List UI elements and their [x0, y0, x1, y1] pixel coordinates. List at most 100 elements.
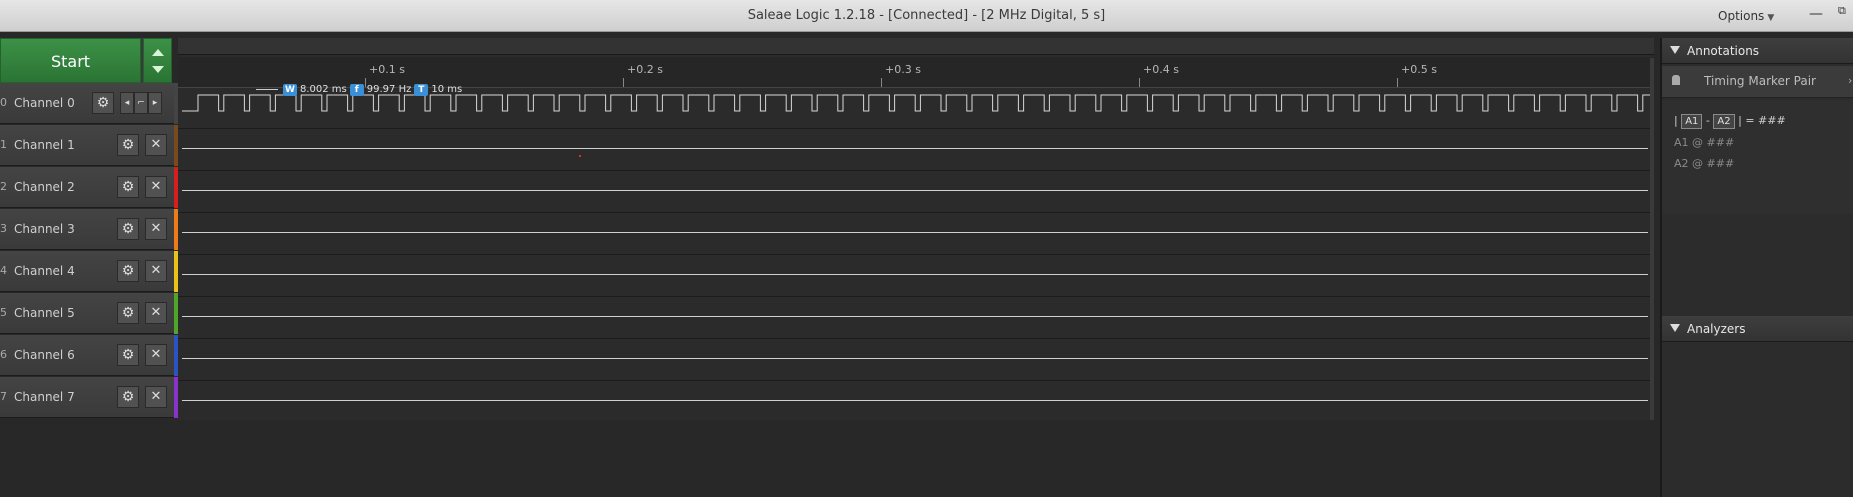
restore-icon[interactable]: ⧉ [1838, 4, 1852, 18]
channel-row[interactable]: 6 Channel 6 ⚙ ✕ [0, 335, 179, 376]
collapse-triangle-icon [1670, 46, 1680, 54]
channel-name[interactable]: Channel 6 [14, 348, 75, 362]
start-options-spinner[interactable] [143, 38, 172, 83]
time-tick-label: +0.4 s [1143, 63, 1179, 76]
a1-marker-chip[interactable]: A1 [1681, 114, 1703, 129]
channel-number: 6 [0, 348, 7, 361]
vertical-scrollbar[interactable] [1650, 58, 1654, 420]
channel-name[interactable]: Channel 4 [14, 264, 75, 278]
analyzers-title: Analyzers [1687, 322, 1746, 336]
gear-icon[interactable]: ⚙ [92, 92, 114, 114]
gear-icon[interactable]: ⚙ [117, 260, 139, 282]
channel-name[interactable]: Channel 3 [14, 222, 75, 236]
time-tick-label: +0.3 s [885, 63, 921, 76]
cursor-marker [579, 155, 581, 157]
minimize-button[interactable]: — [1806, 6, 1826, 24]
saleae-logic-window: Saleae Logic 1.2.18 - [Connected] - [2 M… [0, 0, 1853, 497]
channel-number: 1 [0, 138, 7, 151]
arrow-up-icon[interactable] [152, 49, 164, 56]
channel-row[interactable]: 1 Channel 1 ⚙ ✕ [0, 125, 179, 166]
channel-number: 5 [0, 306, 7, 319]
close-icon[interactable]: ✕ [145, 344, 167, 366]
width-marker-icon [256, 88, 278, 90]
chevron-down-icon: ▼ [1767, 13, 1775, 23]
horizontal-scrollbar[interactable] [178, 38, 1654, 55]
frequency-badge-icon: f [349, 84, 364, 96]
next-edge-icon[interactable]: ▸ [148, 92, 162, 114]
time-tick-label: +0.5 s [1401, 63, 1437, 76]
channel-row[interactable]: 3 Channel 3 ⚙ ✕ [0, 209, 179, 250]
annotations-title: Annotations [1687, 44, 1760, 58]
time-tick-label: +0.1 s [369, 63, 405, 76]
channel-name[interactable]: Channel 1 [14, 138, 75, 152]
channel-lane[interactable] [178, 382, 1654, 423]
gear-icon[interactable]: ⚙ [117, 386, 139, 408]
prev-edge-icon[interactable]: ◂ [120, 92, 134, 114]
side-panel: Annotations Timing Marker Pair › | A1 - … [1660, 38, 1853, 497]
channel-lane[interactable] [178, 256, 1654, 297]
waveform-view[interactable]: +0.1 s +0.2 s +0.3 s +0.4 s +0.5 s W 8.002 ms… [178, 38, 1654, 423]
gear-icon[interactable]: ⚙ [117, 176, 139, 198]
channel-lane[interactable] [178, 298, 1654, 339]
channel-lane[interactable] [178, 214, 1654, 255]
channel-number: 7 [0, 390, 7, 403]
channel-lane[interactable] [178, 340, 1654, 381]
channel-row[interactable]: 4 Channel 4 ⚙ ✕ [0, 251, 179, 292]
start-bar: Start [0, 38, 172, 83]
signal-trace [182, 232, 1648, 233]
time-tick-line [1139, 78, 1140, 87]
a2-marker-chip[interactable]: A2 [1713, 114, 1735, 129]
channel-name[interactable]: Channel 2 [14, 180, 75, 194]
period-badge-icon: T [414, 84, 429, 96]
gear-icon[interactable]: ⚙ [117, 344, 139, 366]
pin-icon [1672, 75, 1680, 85]
channel-row[interactable]: 5 Channel 5 ⚙ ✕ [0, 293, 179, 334]
channel-panel: Start 0 Channel 0 ⚙ ◂ ⌐ ▸ 1 Channel 1 ⚙ ✕ 2 Channel… [0, 38, 179, 420]
close-icon[interactable]: ✕ [145, 260, 167, 282]
signal-trace [182, 190, 1648, 191]
gear-icon[interactable]: ⚙ [117, 302, 139, 324]
annotation-values: | A1 - A2 | = ### A1 @ ### A2 @ ### [1662, 100, 1853, 214]
analyzers-header[interactable]: Analyzers [1662, 316, 1853, 342]
close-icon[interactable]: ✕ [145, 176, 167, 198]
edge-trigger-icon[interactable]: ⌐ [134, 92, 148, 114]
empty-canvas-area [0, 420, 1656, 497]
options-label: Options [1718, 9, 1765, 23]
chevron-right-icon[interactable]: › [1848, 74, 1852, 87]
marker-diff-line: | A1 - A2 | = ### [1674, 114, 1786, 129]
signal-trace [182, 400, 1648, 401]
channel-number: 2 [0, 180, 7, 193]
close-icon[interactable]: ✕ [145, 386, 167, 408]
channel-lane[interactable] [178, 130, 1654, 171]
arrow-down-icon[interactable] [152, 66, 164, 73]
close-icon[interactable]: ✕ [145, 302, 167, 324]
title-bar: Saleae Logic 1.2.18 - [Connected] - [2 M… [0, 0, 1853, 32]
a2-position-line: A2 @ ### [1674, 157, 1735, 170]
width-badge-icon: W [283, 84, 297, 96]
gear-icon[interactable]: ⚙ [117, 134, 139, 156]
time-tick-line [881, 78, 882, 87]
collapse-triangle-icon [1670, 324, 1680, 332]
channel-row[interactable]: 7 Channel 7 ⚙ ✕ [0, 377, 179, 418]
channel-name[interactable]: Channel 5 [14, 306, 75, 320]
channel-number: 4 [0, 264, 7, 277]
channel-name[interactable]: Channel 0 [14, 96, 75, 110]
frequency-value: 99.97 Hz [366, 84, 412, 95]
close-icon[interactable]: ✕ [145, 134, 167, 156]
timing-marker-pair-row[interactable]: Timing Marker Pair › [1662, 66, 1853, 98]
minus-sign: - [1705, 114, 1710, 127]
signal-trace [182, 148, 1648, 149]
channel-row[interactable]: 0 Channel 0 ⚙ ◂ ⌐ ▸ [0, 83, 179, 124]
gear-icon[interactable]: ⚙ [117, 218, 139, 240]
time-tick-label: +0.2 s [627, 63, 663, 76]
start-button[interactable]: Start [0, 38, 141, 83]
annotations-header[interactable]: Annotations [1662, 38, 1853, 64]
close-icon[interactable]: ✕ [145, 218, 167, 240]
options-menu[interactable]: Options ▼ [1718, 0, 1774, 32]
time-tick-line [623, 78, 624, 87]
window-title: Saleae Logic 1.2.18 - [Connected] - [2 M… [747, 8, 1106, 23]
channel-name[interactable]: Channel 7 [14, 390, 75, 404]
signal-trace [182, 274, 1648, 275]
channel-lane[interactable] [178, 172, 1654, 213]
channel-row[interactable]: 2 Channel 2 ⚙ ✕ [0, 167, 179, 208]
